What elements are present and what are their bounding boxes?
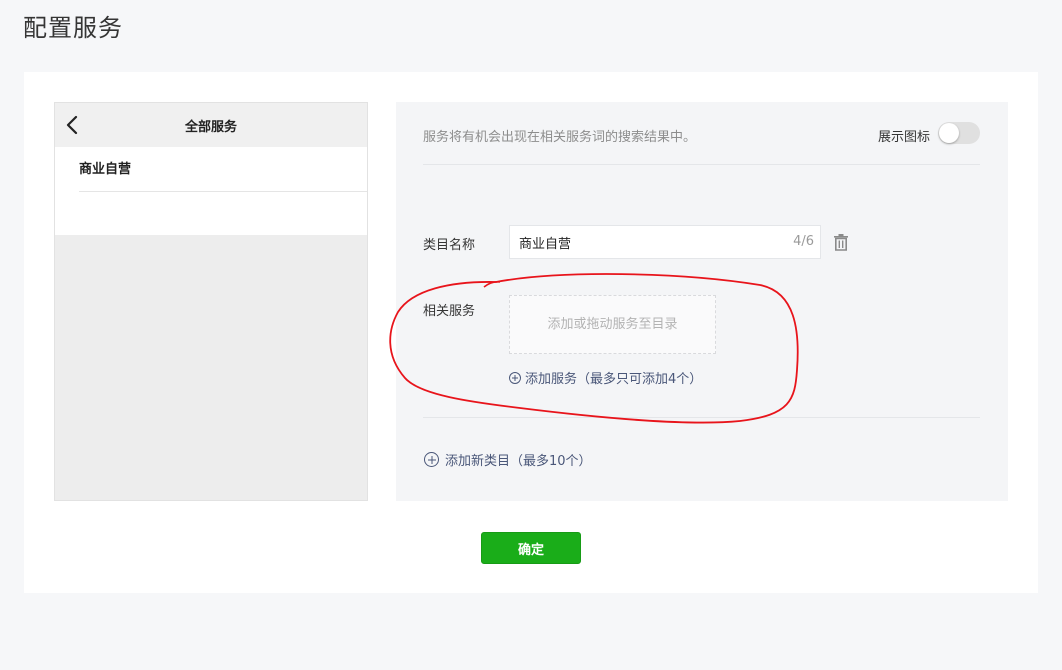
divider [423,417,980,418]
category-name-field: 4/6 [509,225,821,259]
add-category-label: 添加新类目（最多10个） [445,454,592,469]
confirm-button[interactable]: 确定 [481,532,581,564]
preview-list: 商业自营 [55,147,367,235]
search-hint-text: 服务将有机会出现在相关服务词的搜索结果中。 [423,130,697,145]
preview-title: 全部服务 [184,120,237,135]
toggle-knob [939,123,959,143]
config-header: 服务将有机会出现在相关服务词的搜索结果中。 展示图标 [423,102,980,165]
trash-icon[interactable] [833,234,849,251]
category-name-label: 类目名称 [423,238,476,253]
plus-circle-icon [424,452,439,467]
category-name-input[interactable] [510,226,770,258]
config-panel: 服务将有机会出现在相关服务词的搜索结果中。 展示图标 类目名称 4/6 相关服务… [396,102,1008,501]
related-services-label: 相关服务 [423,304,476,319]
add-service-link[interactable]: 添加服务（最多只可添加4个） [509,368,702,387]
add-service-label: 添加服务（最多只可添加4个） [525,372,703,387]
config-card: 全部服务 商业自营 服务将有机会出现在相关服务词的搜索结果中。 展示图标 类目名… [24,72,1038,593]
phone-preview: 全部服务 商业自营 [54,102,368,501]
char-counter: 4/6 [793,234,814,249]
list-item[interactable]: 商业自营 [79,147,367,192]
service-drop-zone[interactable]: 添加或拖动服务至目录 [509,295,716,354]
preview-header: 全部服务 [55,103,367,147]
add-category-link[interactable]: 添加新类目（最多10个） [424,450,592,469]
show-icon-toggle[interactable] [938,122,980,144]
page-title: 配置服务 [23,14,123,42]
plus-circle-icon [509,371,521,384]
show-icon-label: 展示图标 [877,130,930,145]
